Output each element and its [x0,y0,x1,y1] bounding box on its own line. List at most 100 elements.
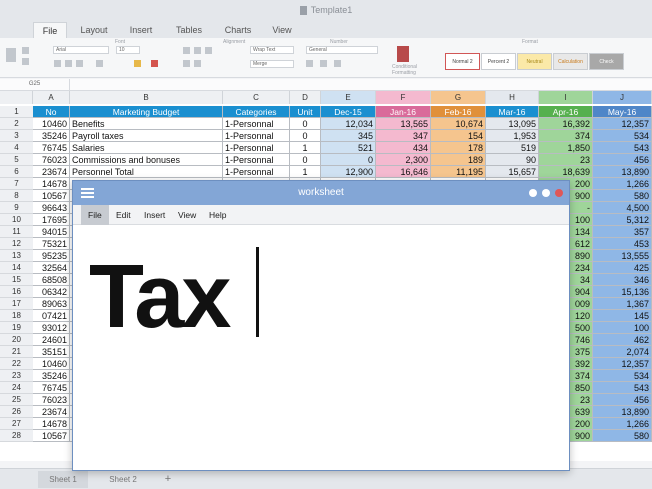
table-cell[interactable]: 425 [593,262,652,274]
table-cell[interactable]: 2,074 [593,346,652,358]
font-name-select[interactable]: Arial [53,46,109,54]
table-cell[interactable]: 10460 [33,358,70,370]
table-cell[interactable]: 18,639 [539,166,593,178]
table-cell[interactable]: 154 [431,130,486,142]
add-sheet-button[interactable]: + [158,471,178,488]
table-cell[interactable]: 68508 [33,274,70,286]
table-cell[interactable]: 90 [486,154,539,166]
table-cell[interactable]: 0 [290,154,321,166]
column-header-col-a[interactable]: A [33,91,70,104]
row-header[interactable]: 28 [0,430,33,442]
currency-icon[interactable] [306,60,313,67]
wrap-text-button[interactable]: Wrap Text [250,46,294,54]
percent-icon[interactable] [320,60,327,67]
column-header-col-e[interactable]: E [321,91,376,104]
table-cell[interactable]: 76745 [33,382,70,394]
table-cell[interactable]: 12,357 [593,358,652,370]
indent-increase-icon[interactable] [194,60,201,67]
table-cell[interactable]: 178 [431,142,486,154]
table-cell[interactable]: Payroll taxes [70,130,223,142]
column-header-col-j[interactable]: J [593,91,652,104]
table-cell[interactable]: 23 [539,154,593,166]
row-header[interactable]: 1 [0,106,33,118]
table-cell[interactable]: 35246 [33,130,70,142]
table-cell[interactable]: 0 [290,118,321,130]
table-cell[interactable]: Benefits [70,118,223,130]
table-cell[interactable]: 1 [290,166,321,178]
fill-color-icon[interactable] [134,60,141,67]
table-header-cell[interactable]: Unit [290,106,321,118]
merge-button[interactable]: Merge [250,60,294,68]
table-cell[interactable]: 1,266 [593,418,652,430]
column-header-row-header[interactable] [0,91,33,104]
table-cell[interactable]: 543 [593,142,652,154]
table-header-cell[interactable]: May-16 [593,106,652,118]
column-header-col-c[interactable]: C [223,91,290,104]
table-cell[interactable]: 534 [593,370,652,382]
table-cell[interactable]: 189 [431,154,486,166]
font-size-select[interactable]: 10 [116,46,140,54]
row-header[interactable]: 14 [0,262,33,274]
table-cell[interactable]: 0 [321,154,376,166]
table-cell[interactable]: 23674 [33,406,70,418]
table-cell[interactable]: 16,392 [539,118,593,130]
table-cell[interactable]: 357 [593,226,652,238]
row-header[interactable]: 15 [0,274,33,286]
paste-icon[interactable] [6,48,16,62]
table-cell[interactable]: 1-Personnal [223,130,290,142]
name-box[interactable]: G25 [0,79,70,90]
table-cell[interactable]: 07421 [33,310,70,322]
table-cell[interactable]: 580 [593,190,652,202]
underline-icon[interactable] [76,60,83,67]
table-cell[interactable]: 76745 [33,142,70,154]
table-cell[interactable]: 453 [593,238,652,250]
row-header[interactable]: 19 [0,322,33,334]
style-check[interactable]: Check [589,53,624,70]
table-cell[interactable]: 23674 [33,166,70,178]
table-cell[interactable]: 12,900 [321,166,376,178]
style-normal-2[interactable]: Normal 2 [445,53,480,70]
comma-icon[interactable] [334,60,341,67]
table-cell[interactable]: 1,266 [593,178,652,190]
row-header[interactable]: 22 [0,358,33,370]
column-header-col-f[interactable]: F [376,91,431,104]
table-cell[interactable]: 94015 [33,226,70,238]
table-cell[interactable]: 347 [376,130,431,142]
table-header-cell[interactable]: Categories [223,106,290,118]
table-cell[interactable]: 35151 [33,346,70,358]
table-header-cell[interactable]: Marketing Budget [70,106,223,118]
table-cell[interactable]: 76023 [33,394,70,406]
conditional-formatting-icon[interactable] [397,46,409,62]
row-header[interactable]: 10 [0,214,33,226]
column-header-col-h[interactable]: H [486,91,539,104]
table-cell[interactable]: 145 [593,310,652,322]
table-cell[interactable]: 89063 [33,298,70,310]
row-header[interactable]: 13 [0,250,33,262]
row-header[interactable]: 2 [0,118,33,130]
row-header[interactable]: 4 [0,142,33,154]
sheet-tab-2[interactable]: Sheet 2 [98,471,148,488]
table-cell[interactable]: 13,890 [593,406,652,418]
table-header-cell[interactable]: Apr-16 [539,106,593,118]
tab-view[interactable]: View [266,22,298,38]
table-cell[interactable]: 13,890 [593,166,652,178]
table-cell[interactable]: 374 [539,130,593,142]
table-cell[interactable]: 5,312 [593,214,652,226]
table-cell[interactable]: 10567 [33,430,70,442]
table-cell[interactable]: 2,300 [376,154,431,166]
row-header[interactable]: 11 [0,226,33,238]
table-cell[interactable]: 345 [321,130,376,142]
table-cell[interactable]: 10,674 [431,118,486,130]
table-cell[interactable]: 93012 [33,322,70,334]
table-cell[interactable]: 1,367 [593,298,652,310]
table-cell[interactable]: 17695 [33,214,70,226]
table-cell[interactable]: 13,555 [593,250,652,262]
borders-icon[interactable] [96,60,103,67]
table-cell[interactable]: 543 [593,382,652,394]
indent-decrease-icon[interactable] [183,60,190,67]
sheet-tab-1[interactable]: Sheet 1 [38,471,88,488]
table-cell[interactable]: 13,095 [486,118,539,130]
tab-file[interactable]: File [33,22,67,38]
align-right-icon[interactable] [205,47,212,54]
table-cell[interactable]: 75321 [33,238,70,250]
